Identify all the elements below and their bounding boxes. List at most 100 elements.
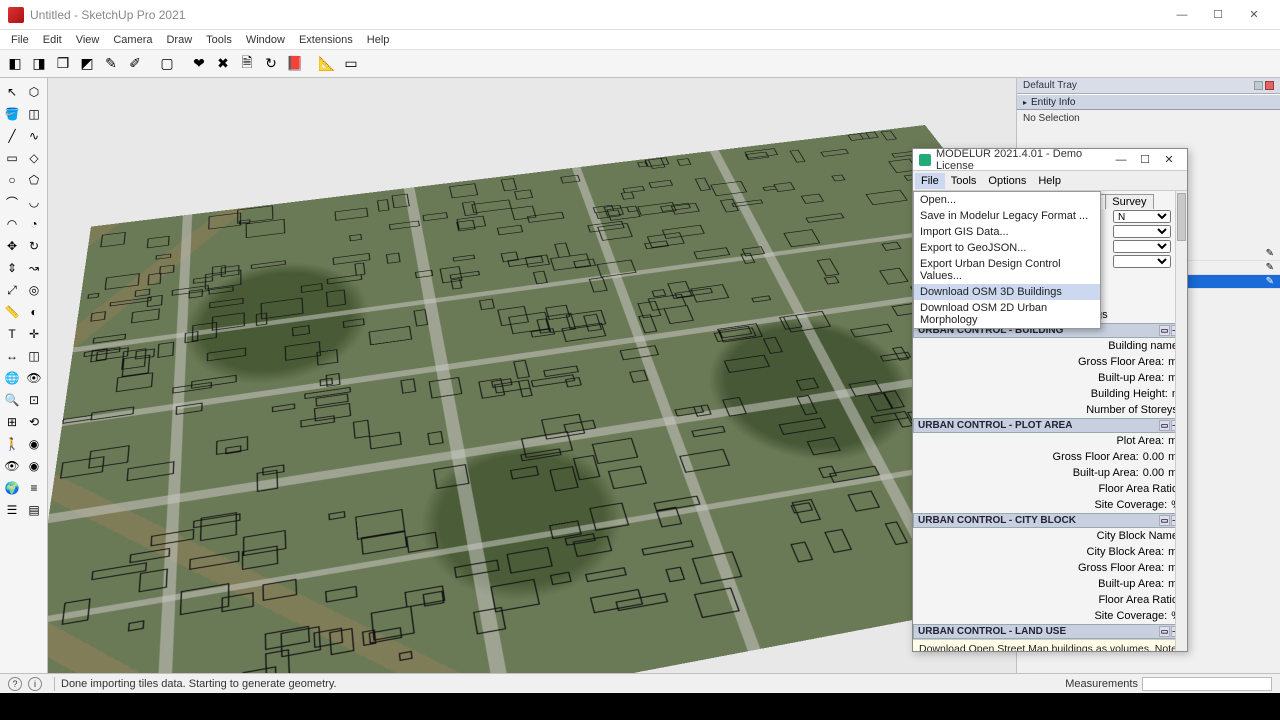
tape-icon[interactable]: 📏 [2,302,22,322]
section-button-icon[interactable]: ▭ [1159,420,1170,431]
pie-icon[interactable]: ◔ [24,214,44,234]
dim-icon[interactable]: ↔ [2,346,22,366]
modelur-file-menu-item[interactable]: Download OSM 2D Urban Morphology [914,300,1100,328]
zoom-icon[interactable]: 🔍 [2,390,22,410]
measurements-field[interactable] [1142,677,1272,691]
paint-icon[interactable]: 🪣 [2,104,22,124]
arc3-icon[interactable]: ◠ [2,214,22,234]
select-arrow-icon[interactable]: ↖ [2,82,22,102]
hex-icon[interactable]: ⬡ [24,82,44,102]
section-button-icon[interactable]: ▭ [1159,515,1170,526]
menu-extensions[interactable]: Extensions [292,32,360,48]
window-minimize-button[interactable]: — [1164,3,1200,27]
x-red-icon[interactable]: ✖ [212,53,234,75]
text-icon[interactable]: T [2,324,22,344]
modelur-menu-help[interactable]: Help [1032,173,1067,189]
cube-layers-icon[interactable]: ❐ [52,53,74,75]
menu-edit[interactable]: Edit [36,32,69,48]
zoom-window-icon[interactable]: ⊡ [24,390,44,410]
modelur-maximize-button[interactable]: ☐ [1133,153,1157,166]
prev-icon[interactable]: ⟲ [24,412,44,432]
window-maximize-button[interactable]: ☐ [1200,3,1236,27]
modelur-tab[interactable]: Survey [1105,194,1153,209]
modelur-select[interactable]: N [1113,210,1171,223]
modelur-menu-tools[interactable]: Tools [945,173,983,189]
menu-file[interactable]: File [4,32,36,48]
window-close-button[interactable]: ✕ [1236,3,1272,27]
polygon-icon[interactable]: ⬠ [24,170,44,190]
arc2-icon[interactable]: ◡ [24,192,44,212]
modelur-close-button[interactable]: ✕ [1157,153,1181,166]
doc-icon[interactable]: 🗎 [236,53,258,75]
menu-tools[interactable]: Tools [199,32,239,48]
viewport-3d[interactable] [48,78,1016,673]
orbit-icon[interactable]: 🌐 [2,368,22,388]
modelur-section-header[interactable]: URBAN CONTROL - LAND USE▭— [913,624,1187,639]
protractor-icon[interactable]: ◐ [24,302,44,322]
globe-icon[interactable]: 🌍 [2,478,22,498]
entity-info-header[interactable]: Entity Info [1017,94,1280,110]
cube-icon[interactable]: ◧ [4,53,26,75]
modelur-file-menu-item[interactable]: Save in Modelur Legacy Format ... [914,208,1100,224]
walk-icon[interactable]: 🚶 [2,434,22,454]
section-button-icon[interactable]: ▭ [1159,626,1170,637]
modelur-menu-options[interactable]: Options [982,173,1032,189]
pushpull-icon[interactable]: ⇕ [2,258,22,278]
circle-icon[interactable]: ○ [2,170,22,190]
rect-icon[interactable]: ▭ [2,148,22,168]
eye2-icon[interactable]: ◉ [24,456,44,476]
arc-icon[interactable]: ⌒ [2,192,22,212]
box3d-icon[interactable]: ▭ [340,53,362,75]
menu-camera[interactable]: Camera [106,32,159,48]
modelur-select[interactable] [1113,255,1171,268]
look-icon[interactable]: 👁 [24,368,44,388]
ruler-icon[interactable]: 📐 [316,53,338,75]
modelur-file-menu-item[interactable]: Export to GeoJSON... [914,240,1100,256]
followme-icon[interactable]: ↝ [24,258,44,278]
section-icon[interactable]: ◫ [24,346,44,366]
modelur-section-header[interactable]: URBAN CONTROL - CITY BLOCK▭— [913,513,1187,528]
layers2-icon[interactable]: ☰ [2,500,22,520]
modelur-menu-file[interactable]: File [915,173,945,189]
book-icon[interactable]: 📕 [284,53,306,75]
status-help-icon[interactable]: ? [8,677,22,691]
pencil-edit-icon[interactable]: ✐ [124,53,146,75]
modelur-file-menu-item[interactable]: Download OSM 3D Buildings [914,284,1100,300]
position-icon[interactable]: ◉ [24,434,44,454]
move-icon[interactable]: ✥ [2,236,22,256]
rect-rot-icon[interactable]: ◇ [24,148,44,168]
cube-green-icon[interactable]: ◩ [76,53,98,75]
modelur-file-menu-item[interactable]: Open... [914,192,1100,208]
tray-header[interactable]: Default Tray [1017,78,1280,94]
modelur-select[interactable] [1113,240,1171,253]
modelur-minimize-button[interactable]: — [1109,154,1133,166]
menu-draw[interactable]: Draw [159,32,199,48]
cube-yellow-icon[interactable]: ◨ [28,53,50,75]
layers-icon[interactable]: ≡ [24,478,44,498]
eraser-icon[interactable]: ◫ [24,104,44,124]
freehand-icon[interactable]: ∿ [24,126,44,146]
menu-window[interactable]: Window [239,32,292,48]
eye-icon[interactable]: 👁 [2,456,22,476]
modelur-section-header[interactable]: URBAN CONTROL - PLOT AREA▭— [913,418,1187,433]
modelur-dialog[interactable]: MODELUR 2021.4.01 - Demo License — ☐ ✕ F… [912,148,1188,652]
dropper-icon[interactable]: ✎ [100,53,122,75]
panel-pink-icon[interactable]: ▢ [156,53,178,75]
heart-icon[interactable]: ❤ [188,53,210,75]
axes-icon[interactable]: ✛ [24,324,44,344]
modelur-select[interactable] [1113,225,1171,238]
zoom-ext-icon[interactable]: ⊞ [2,412,22,432]
layers3-icon[interactable]: ▤ [24,500,44,520]
menu-help[interactable]: Help [360,32,397,48]
status-info-icon[interactable]: i [28,677,42,691]
offset-icon[interactable]: ◎ [24,280,44,300]
refresh-icon[interactable]: ↻ [260,53,282,75]
scale-icon[interactable]: ⤢ [2,280,22,300]
line-icon[interactable]: ╱ [2,126,22,146]
modelur-file-menu-item[interactable]: Export Urban Design Control Values... [914,256,1100,284]
menu-view[interactable]: View [69,32,107,48]
modelur-titlebar[interactable]: MODELUR 2021.4.01 - Demo License — ☐ ✕ [913,149,1187,171]
rotate-icon[interactable]: ↻ [24,236,44,256]
modelur-file-menu-item[interactable]: Import GIS Data... [914,224,1100,240]
section-button-icon[interactable]: ▭ [1159,325,1170,336]
